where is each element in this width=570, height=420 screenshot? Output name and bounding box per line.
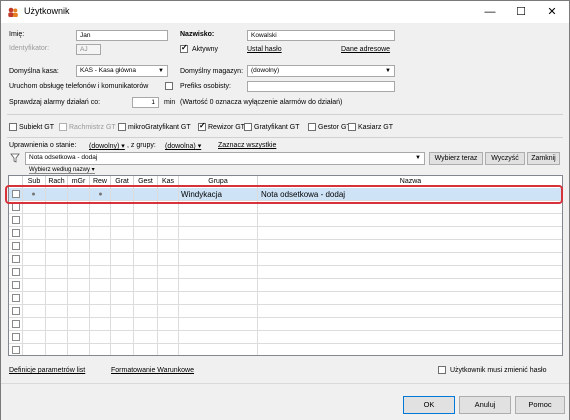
selected-row-highlight: [5, 185, 563, 204]
search-by-label: Wybierz według nazwy: [29, 167, 90, 173]
group-filter-value: (dowolna): [165, 143, 196, 150]
user-dialog-window: Użytkownik — ☐ ✕ Imię: Jan Nazwisko: Kow…: [0, 0, 570, 420]
role-checkbox[interactable]: [308, 123, 316, 131]
divider: [7, 114, 563, 115]
default-cash-value: KAS - Kasa główna: [80, 67, 137, 74]
search-input[interactable]: Nota odsetkowa - dodaj ▼: [25, 152, 425, 165]
maximize-button[interactable]: ☐: [506, 1, 536, 23]
grid-row-line: [9, 265, 562, 266]
active-label: Aktywny: [192, 46, 219, 53]
grid-row-line: [9, 239, 562, 240]
group-label: , z grupy:: [127, 142, 156, 149]
phone-handling-label: Uruchom obsługę telefonów i komunikatoró…: [9, 83, 149, 90]
must-change-password-label: Użytkownik musi zmienić hasło: [450, 367, 547, 374]
identifier-input[interactable]: AJ: [76, 44, 101, 55]
row-checkbox[interactable]: [12, 346, 20, 354]
last-name-input[interactable]: Kowalski: [247, 30, 395, 41]
row-checkbox[interactable]: [12, 216, 20, 224]
default-cash-label: Domyślna kasa:: [9, 68, 59, 75]
phone-handling-checkbox[interactable]: [165, 82, 173, 90]
role-label: Gratyfikant GT: [254, 124, 300, 131]
search-value: Nota odsetkowa - dodaj: [29, 154, 98, 161]
last-name-label: Nazwisko:: [180, 31, 215, 38]
active-checkbox[interactable]: [180, 43, 188, 53]
state-filter-dropdown[interactable]: (dowolny) ▾: [89, 142, 125, 150]
row-checkbox[interactable]: [12, 242, 20, 250]
alarms-interval-input[interactable]: 1: [132, 97, 159, 108]
row-checkbox[interactable]: [12, 203, 20, 211]
choose-now-button[interactable]: Wybierz teraz: [429, 152, 483, 165]
alarms-interval-label: Sprawdzaj alarmy działań co:: [9, 99, 101, 106]
chevron-down-icon: ▼: [158, 68, 164, 74]
minutes-label: min: [164, 99, 176, 106]
conditional-formatting-link[interactable]: Formatowanie Warunkowe: [111, 367, 194, 374]
state-filter-value: (dowolny): [89, 143, 120, 150]
filter-icon[interactable]: [10, 153, 20, 163]
grid-row-line: [9, 330, 562, 331]
row-checkbox[interactable]: [12, 333, 20, 341]
role-checkbox[interactable]: [59, 123, 67, 131]
role-checkbox[interactable]: [244, 123, 252, 131]
grid-row-line: [9, 213, 562, 214]
window-title: Użytkownik: [24, 6, 70, 16]
first-name-input[interactable]: Jan: [76, 30, 168, 41]
chevron-down-icon: ▼: [385, 68, 391, 74]
grid-row-line: [9, 304, 562, 305]
default-cash-select[interactable]: KAS - Kasa główna ▼: [76, 65, 168, 77]
role-checkbox[interactable]: [348, 123, 356, 131]
row-checkbox[interactable]: [12, 307, 20, 315]
personal-prefix-label: Prefiks osobisty:: [180, 83, 231, 90]
set-password-link[interactable]: Ustal hasło: [247, 46, 282, 53]
role-checkbox[interactable]: [198, 121, 206, 131]
close-button[interactable]: ✕: [537, 1, 567, 23]
default-warehouse-select[interactable]: (dowolny) ▼: [247, 65, 395, 77]
select-all-link[interactable]: Zaznacz wszystkie: [218, 142, 276, 149]
users-app-icon: [8, 7, 18, 17]
role-label: mikroGratyfikant GT: [128, 124, 191, 131]
divider: [7, 137, 563, 138]
row-checkbox[interactable]: [12, 320, 20, 328]
role-label: Rachmistrz GT: [69, 124, 116, 131]
grid-row-line: [9, 252, 562, 253]
title-bar: Użytkownik — ☐ ✕: [1, 1, 569, 23]
role-checkbox[interactable]: [9, 123, 17, 131]
ok-button[interactable]: OK: [403, 396, 455, 414]
alarms-note: (Wartość 0 oznacza wyłączenie alarmów do…: [180, 99, 343, 106]
grid-row-line: [9, 278, 562, 279]
personal-prefix-input[interactable]: [247, 81, 395, 92]
clear-button[interactable]: Wyczyść: [485, 152, 525, 165]
grid-row-line: [9, 291, 562, 292]
first-name-label: Imię:: [9, 31, 25, 38]
row-checkbox[interactable]: [12, 268, 20, 276]
row-checkbox[interactable]: [12, 281, 20, 289]
group-filter-dropdown[interactable]: (dowolna) ▾: [165, 142, 201, 150]
row-checkbox[interactable]: [12, 255, 20, 263]
row-checkbox[interactable]: [12, 294, 20, 302]
chevron-down-icon: ▼: [415, 155, 421, 161]
help-button[interactable]: Pomoc: [515, 396, 565, 414]
role-label: Rewizor GT: [208, 124, 245, 131]
permissions-state-label: Uprawnienia o stanie:: [9, 142, 77, 149]
grid-row-line: [9, 317, 562, 318]
role-label: Gestor GT: [318, 124, 351, 131]
row-checkbox[interactable]: [12, 229, 20, 237]
grid-row-line: [9, 343, 562, 344]
cancel-button[interactable]: Anuluj: [459, 396, 511, 414]
default-warehouse-label: Domyślny magazyn:: [180, 68, 244, 75]
role-label: Kasiarz GT: [358, 124, 394, 131]
list-parameters-link[interactable]: Definicje parametrów list: [9, 367, 85, 374]
default-warehouse-value: (dowolny): [251, 67, 280, 74]
close-search-button[interactable]: Zamknij: [527, 152, 560, 165]
minimize-button[interactable]: —: [475, 1, 505, 23]
search-by-dropdown[interactable]: Wybierz według nazwy ▾: [29, 166, 95, 174]
address-data-link[interactable]: Dane adresowe: [341, 46, 390, 53]
role-checkbox[interactable]: [118, 123, 126, 131]
identifier-label: Identyfikator:: [9, 45, 50, 52]
role-label: Subiekt GT: [19, 124, 55, 131]
must-change-password-checkbox[interactable]: [438, 366, 446, 374]
grid-row-line: [9, 226, 562, 227]
